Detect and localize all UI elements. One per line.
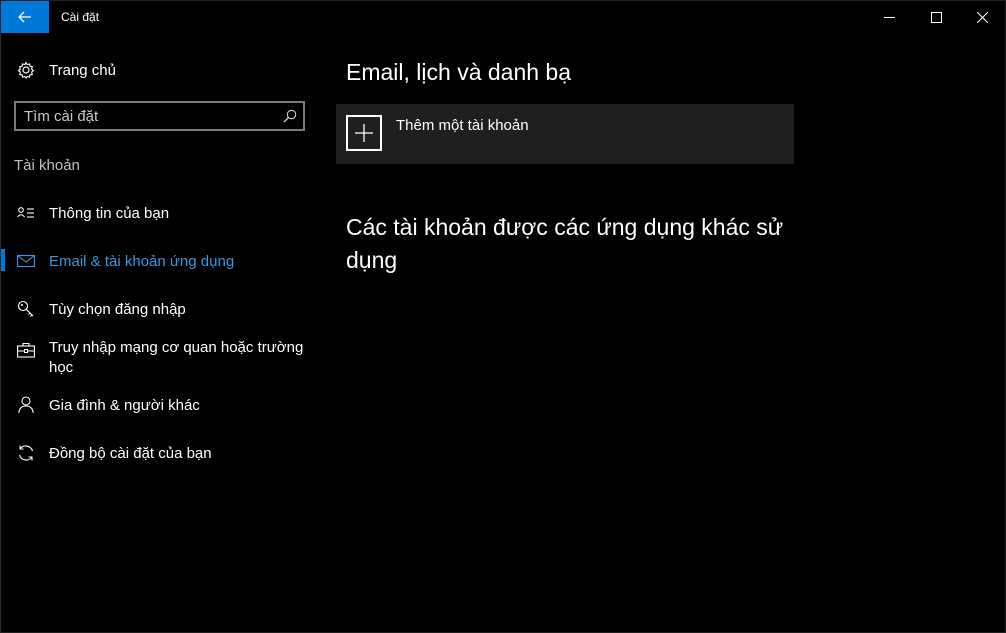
maximize-button[interactable]	[913, 1, 959, 33]
close-button[interactable]	[959, 1, 1005, 33]
add-account-label: Thêm một tài khoản	[396, 117, 529, 134]
sidebar-item-label: Thông tin của bạn	[49, 204, 170, 222]
sidebar-item-work-school[interactable]: Truy nhập mạng cơ quan hoặc trường học	[1, 338, 321, 382]
minimize-icon	[883, 16, 895, 18]
sidebar-item-label: Email & tài khoản ứng dụng	[49, 252, 235, 270]
sidebar-item-label: Đồng bộ cài đặt của bạn	[49, 444, 212, 462]
person-card-icon	[17, 204, 35, 222]
page-title: Email, lịch và danh bạ	[346, 59, 572, 85]
sidebar-item-sign-in-options[interactable]: Tùy chọn đăng nhập	[1, 292, 321, 326]
sidebar-item-label: Truy nhập mạng cơ quan hoặc trường học	[49, 339, 304, 376]
sidebar-item-your-info[interactable]: Thông tin của bạn	[1, 196, 321, 230]
sidebar-item-sync-settings[interactable]: Đồng bộ cài đặt của bạn	[1, 436, 321, 470]
nav-home-label: Trang chủ	[49, 61, 116, 79]
title-bar: Cài đặt	[1, 1, 1005, 33]
plus-icon	[346, 115, 382, 151]
back-button[interactable]	[1, 1, 49, 33]
mail-icon	[17, 252, 35, 270]
person-icon	[17, 396, 35, 414]
sidebar-item-family-others[interactable]: Gia đình & người khác	[1, 388, 321, 422]
search-box[interactable]	[14, 101, 305, 131]
other-apps-accounts-title: Các tài khoản được các ứng dụng khác sử …	[346, 214, 784, 273]
section-label-accounts: Tài khoản	[14, 157, 80, 174]
sidebar-item-label: Gia đình & người khác	[49, 396, 200, 414]
add-account-button[interactable]: Thêm một tài khoản	[336, 104, 794, 164]
maximize-icon	[930, 11, 942, 23]
sidebar-item-label: Tùy chọn đăng nhập	[49, 300, 186, 318]
settings-window: Cài đặt Trang chủ Tìm cài đặt Tài khoản …	[0, 0, 1006, 633]
arrow-left-icon	[18, 11, 31, 23]
search-input[interactable]	[24, 106, 274, 126]
app-title: Cài đặt	[61, 10, 100, 24]
close-icon	[976, 11, 988, 23]
sync-icon	[17, 444, 35, 462]
key-icon	[17, 300, 35, 318]
minimize-button[interactable]	[866, 1, 912, 33]
nav-home[interactable]: Trang chủ	[1, 53, 321, 87]
briefcase-icon	[17, 341, 35, 359]
sidebar-item-email-app-accounts[interactable]: Email & tài khoản ứng dụng	[1, 244, 321, 278]
search-icon[interactable]	[283, 109, 297, 123]
gear-icon	[17, 61, 35, 79]
